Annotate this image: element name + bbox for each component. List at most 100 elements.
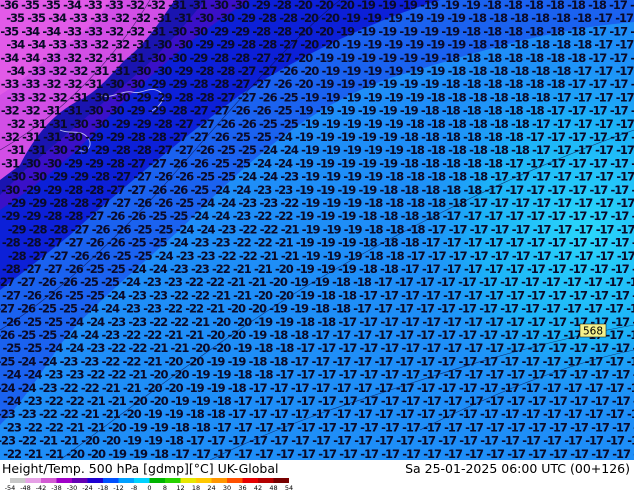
- temperature-label: -17: [485, 236, 504, 250]
- temperature-label: -26: [17, 302, 36, 316]
- temperature-label: -18: [526, 77, 545, 91]
- temperature-label: -17: [526, 156, 545, 170]
- temperature-label: -17: [479, 302, 498, 316]
- temperature-label: -17: [276, 394, 295, 408]
- temperature-label: -17: [374, 302, 393, 316]
- temperature-label: -17: [611, 262, 630, 276]
- temperature-label: -32: [132, 11, 150, 25]
- temperature-label: -30: [216, 11, 235, 25]
- temperature-label: -33: [90, 11, 109, 25]
- temperature-label: -17: [610, 104, 629, 118]
- temperature-label: -17: [171, 447, 190, 460]
- temperature-label: -17: [612, 420, 631, 434]
- temperature-label: -19: [384, 38, 403, 52]
- temperature-label: -27: [259, 64, 278, 78]
- temperature-label: -31: [43, 104, 62, 118]
- temperature-label: -18: [504, 24, 523, 38]
- temperature-label: -26: [113, 222, 132, 236]
- color-scale-segment: [10, 478, 26, 483]
- temperature-label: -30: [210, 0, 229, 12]
- temperature-label: -26: [175, 170, 194, 184]
- temperature-label: -19: [420, 0, 439, 12]
- temperature-label: -17: [396, 381, 415, 395]
- temperature-label: -17: [470, 249, 489, 263]
- temperature-label: -17: [606, 354, 625, 368]
- temperature-label: -30: [231, 0, 250, 12]
- temperature-label: -27: [211, 104, 230, 118]
- temperature-label: -24: [128, 262, 147, 276]
- temperature-label: -32: [90, 38, 108, 52]
- temperature-label: -26: [169, 183, 188, 197]
- temperature-label: -30: [154, 64, 173, 78]
- temperature-label: -17: [501, 407, 520, 421]
- temperature-label: -17: [507, 420, 526, 434]
- temperature-label: -18: [353, 275, 372, 289]
- temperature-label: -17: [375, 381, 394, 395]
- temperature-label: -19: [357, 0, 376, 12]
- temperature-label: -19: [379, 77, 398, 91]
- temperature-label: -23: [280, 170, 299, 184]
- color-scale-tick: 18: [192, 484, 200, 490]
- temperature-label: -33: [69, 38, 88, 52]
- temperature-label: -19: [364, 64, 383, 78]
- temperature-label: -17: [360, 368, 379, 382]
- temperature-label: -18: [526, 51, 545, 65]
- temperature-label: -17: [512, 249, 531, 263]
- temperature-label: -17: [584, 302, 603, 316]
- color-scale-tick: 8: [163, 484, 167, 490]
- temperature-label: -17: [249, 434, 268, 448]
- temperature-label: -17: [596, 222, 615, 236]
- temperature-label: -25: [113, 249, 132, 263]
- temperature-label: -23: [3, 420, 22, 434]
- temperature-label: -17: [249, 407, 268, 421]
- temperature-label: -17: [360, 420, 379, 434]
- temperature-label: -17: [449, 222, 468, 236]
- temperature-label: -18: [504, 0, 523, 12]
- temperature-label: -17: [564, 434, 583, 448]
- temperature-label: -25: [232, 130, 251, 144]
- temperature-label: -22: [164, 302, 182, 316]
- temperature-label: -17: [353, 302, 372, 316]
- temperature-label: -19: [427, 64, 446, 78]
- temperature-label: -17: [297, 341, 316, 355]
- temperature-label: -18: [463, 104, 482, 118]
- color-scale-segment: [87, 478, 103, 483]
- temperature-label: -19: [426, 38, 445, 52]
- temperature-label: -23: [218, 222, 237, 236]
- temperature-label: -17: [297, 447, 316, 460]
- temperature-label: -17: [554, 249, 573, 263]
- temperature-label: -21: [102, 407, 121, 421]
- temperature-label: -17: [491, 222, 510, 236]
- temperature-label: -20: [171, 368, 190, 382]
- temperature-label: -17: [444, 420, 463, 434]
- temperature-label: -31: [1, 156, 20, 170]
- temperature-label: -18: [255, 368, 274, 382]
- temperature-label: -21: [39, 434, 58, 448]
- temperature-label: -28: [237, 38, 256, 52]
- temperature-label: -29: [29, 196, 48, 210]
- temperature-label: -22: [239, 222, 257, 236]
- temperature-label: -25: [17, 328, 36, 342]
- temperature-label: -24: [176, 222, 195, 236]
- temperature-label: -17: [543, 381, 562, 395]
- temperature-label: -25: [107, 262, 126, 276]
- temperature-label: -26: [107, 209, 126, 223]
- temperature-label: -19: [254, 315, 273, 329]
- temperature-label: -17: [485, 315, 504, 329]
- temperature-label: -25: [86, 262, 105, 276]
- temperature-label: -17: [589, 183, 608, 197]
- temperature-label: -17: [611, 315, 630, 329]
- temperature-label: -35: [42, 0, 61, 12]
- temperature-label: -20: [206, 328, 225, 342]
- temperature-label: -19: [399, 0, 418, 12]
- temperature-label: -28: [252, 24, 271, 38]
- temperature-label: -20: [87, 447, 106, 460]
- temperature-label: -17: [374, 275, 393, 289]
- temperature-label: -19: [343, 64, 362, 78]
- temperature-label: -28: [196, 64, 215, 78]
- temperature-label: -30: [85, 104, 104, 118]
- temperature-label: -32: [126, 0, 144, 12]
- temperature-label: -28: [169, 104, 188, 118]
- temperature-label: -17: [533, 249, 552, 263]
- temperature-label: -24: [80, 302, 99, 316]
